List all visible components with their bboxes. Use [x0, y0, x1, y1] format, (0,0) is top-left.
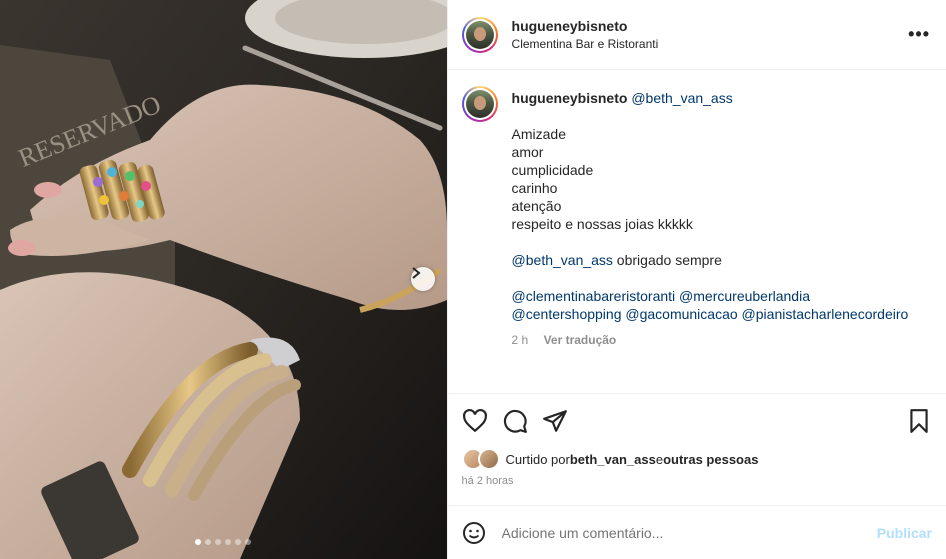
- chevron-right-icon: [412, 267, 421, 279]
- rings: [79, 160, 165, 222]
- caption-time: 2 h: [511, 333, 529, 347]
- caption-line: Amizade: [511, 126, 566, 142]
- tag-mention[interactable]: @centershopping: [512, 306, 622, 322]
- tag-mention[interactable]: @mercureuberlandia: [679, 288, 810, 304]
- carousel-dot: [215, 539, 222, 545]
- next-slide-button[interactable]: [411, 267, 435, 291]
- share-icon[interactable]: [542, 408, 568, 434]
- post-location[interactable]: Clementina Bar e Ristoranti: [512, 37, 909, 51]
- emoji-icon[interactable]: [462, 521, 486, 545]
- carousel-indicator: [0, 539, 447, 545]
- likes-summary: Curtido por beth_van_ass e outras pessoa…: [448, 447, 946, 471]
- caption: hugueneybisneto @beth_van_ass Amizade am…: [461, 86, 930, 349]
- liker-avatars: [461, 448, 500, 470]
- caption-text: Amizade amor cumplicidade carinho atençã…: [512, 125, 909, 323]
- carousel-dot: [225, 539, 232, 545]
- caption-username[interactable]: hugueneybisneto: [512, 90, 628, 106]
- post-timestamp[interactable]: há 2 horas: [448, 471, 946, 493]
- photo-illustration: RESERVADO: [0, 0, 447, 559]
- tag-mention[interactable]: @clementinabareristoranti: [512, 288, 676, 304]
- other-likers-link[interactable]: outras pessoas: [663, 452, 758, 467]
- caption-line: amor: [511, 144, 544, 160]
- carousel-dot: [245, 539, 252, 545]
- likes-prefix: Curtido por: [505, 451, 570, 467]
- carousel-dot: [235, 539, 242, 545]
- caption-mention[interactable]: @beth_van_ass: [631, 90, 732, 106]
- caption-line: atenção: [511, 198, 562, 214]
- caption-avatar[interactable]: [461, 86, 498, 122]
- carousel-dot: [195, 539, 202, 545]
- thanks-mention[interactable]: @beth_van_ass: [512, 252, 613, 268]
- likes-middle: e: [655, 451, 664, 467]
- avatar[interactable]: [461, 16, 498, 53]
- post-photo[interactable]: RESERVADO: [0, 0, 447, 559]
- caption-line: cumplicidade: [511, 162, 594, 178]
- comment-icon[interactable]: [502, 408, 528, 434]
- action-bar: [447, 393, 946, 447]
- translate-link[interactable]: Ver tradução: [544, 333, 617, 347]
- carousel-dot: [205, 539, 212, 545]
- tag-mention[interactable]: @pianistacharlenecordeiro: [742, 306, 909, 322]
- liker-username[interactable]: beth_van_ass: [570, 452, 656, 467]
- comment-box: Publicar: [447, 505, 946, 559]
- header-username[interactable]: hugueneybisneto: [512, 18, 909, 34]
- publish-button[interactable]: Publicar: [877, 525, 932, 541]
- post: RESERVADO hugueneybisneto Clementina Bar…: [0, 0, 946, 559]
- comments-area: hugueneybisneto @beth_van_ass Amizade am…: [448, 70, 946, 393]
- caption-line: respeito e nossas joias kkkkk: [511, 216, 693, 232]
- bookmark-icon[interactable]: [906, 408, 932, 434]
- heart-icon[interactable]: [462, 408, 488, 434]
- more-options-icon[interactable]: •••: [908, 24, 930, 45]
- tag-mention[interactable]: @gacomunicacao: [625, 306, 737, 322]
- post-side-panel: hugueneybisneto Clementina Bar e Ristora…: [446, 0, 946, 559]
- caption-line: carinho: [511, 180, 558, 196]
- post-header: hugueneybisneto Clementina Bar e Ristora…: [447, 0, 946, 70]
- thanks-text: obrigado sempre: [612, 252, 722, 268]
- comment-input[interactable]: [499, 523, 877, 542]
